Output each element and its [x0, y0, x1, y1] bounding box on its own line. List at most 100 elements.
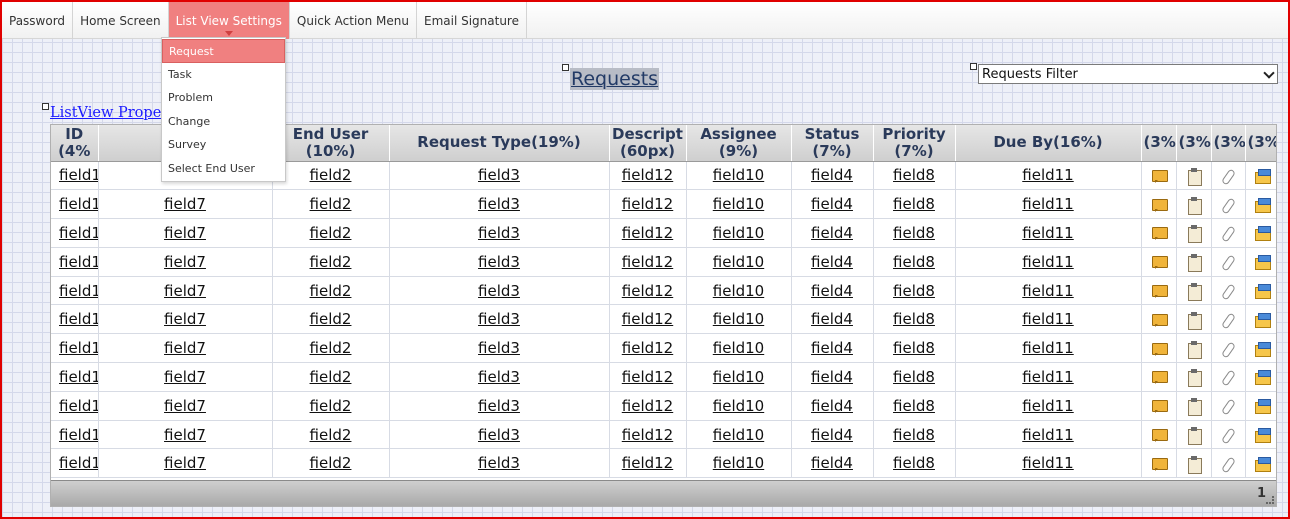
cell-link[interactable]: field7 [164, 454, 206, 472]
cell-link[interactable]: field11 [1022, 426, 1073, 444]
attachment-icon[interactable] [1220, 283, 1236, 299]
table-row[interactable]: field1 field7 field2 field3 field12 field10 fi… [51, 276, 1276, 306]
cell-link[interactable]: field12 [622, 195, 673, 213]
cell-link[interactable]: field8 [893, 454, 935, 472]
cell-link[interactable]: field12 [622, 454, 673, 472]
menu-item-list-view-settings[interactable]: List View Settings [168, 2, 290, 39]
listview-properties-link[interactable]: ListView Propert [50, 105, 174, 121]
comment-icon[interactable] [1151, 398, 1168, 414]
cell-link[interactable]: field3 [478, 397, 520, 415]
clipboard-icon[interactable] [1186, 369, 1202, 388]
cell-link[interactable]: field8 [893, 310, 935, 328]
column-header[interactable]: (3% [1176, 125, 1212, 162]
resize-handle[interactable] [562, 64, 569, 71]
comment-icon[interactable] [1151, 427, 1168, 443]
cell-link[interactable]: field8 [893, 224, 935, 242]
folder-icon[interactable] [1254, 197, 1271, 213]
cell-link[interactable]: field2 [310, 310, 352, 328]
cell-link[interactable]: field3 [478, 166, 520, 184]
folder-icon[interactable] [1254, 254, 1271, 271]
cell-link[interactable]: field2 [310, 368, 352, 386]
cell-link[interactable]: field1 [59, 282, 97, 300]
clipboard-icon[interactable] [1186, 225, 1202, 244]
requests-filter-select[interactable]: Requests Filter [978, 64, 1278, 84]
cell-link[interactable]: field7 [164, 224, 206, 242]
cell-link[interactable]: field8 [893, 426, 935, 444]
folder-icon[interactable] [1254, 427, 1271, 444]
cell-link[interactable]: field12 [622, 426, 673, 444]
comment-icon[interactable] [1151, 456, 1168, 472]
menu-item-password[interactable]: Password [2, 2, 74, 39]
cell-link[interactable]: field12 [622, 224, 673, 242]
dropdown-item-survey[interactable]: Survey [162, 133, 285, 157]
cell-link[interactable]: field4 [811, 310, 853, 328]
cell-link[interactable]: field1 [59, 397, 97, 415]
cell-link[interactable]: field7 [164, 253, 206, 271]
comment-icon[interactable] [1151, 369, 1168, 385]
cell-link[interactable]: field10 [713, 397, 764, 415]
attachment-icon[interactable] [1220, 456, 1236, 472]
cell-link[interactable]: field7 [164, 368, 206, 386]
cell-link[interactable]: field3 [478, 195, 520, 213]
cell-link[interactable]: field12 [622, 339, 673, 357]
cell-link[interactable]: field4 [811, 224, 853, 242]
cell-link[interactable]: field4 [811, 195, 853, 213]
attachment-icon[interactable] [1220, 168, 1236, 184]
cell-link[interactable]: field1 [59, 454, 97, 472]
table-row[interactable]: field1 field7 field2 field3 field12 field10 fi… [51, 218, 1276, 248]
attachment-icon[interactable] [1220, 312, 1236, 328]
cell-link[interactable]: field2 [310, 426, 352, 444]
resize-handle[interactable] [970, 63, 977, 70]
comment-icon[interactable] [1151, 283, 1168, 299]
comment-icon[interactable] [1151, 168, 1168, 184]
cell-link[interactable]: field11 [1022, 195, 1073, 213]
clipboard-icon[interactable] [1186, 340, 1202, 359]
cell-link[interactable]: field7 [164, 282, 206, 300]
cell-link[interactable]: field3 [478, 253, 520, 271]
resize-handle[interactable] [42, 103, 49, 110]
folder-icon[interactable] [1254, 283, 1271, 300]
dropdown-item-task[interactable]: Task [162, 63, 285, 87]
cell-link[interactable]: field7 [164, 339, 206, 357]
cell-link[interactable]: field8 [893, 253, 935, 271]
cell-link[interactable]: field3 [478, 282, 520, 300]
table-row[interactable]: field1 field7 field2 field3 field12 field10 fi… [51, 333, 1276, 364]
cell-link[interactable]: field1 [59, 224, 97, 242]
column-header[interactable]: (3% [1245, 125, 1276, 162]
cell-link[interactable]: field12 [622, 282, 673, 300]
dropdown-item-request[interactable]: Request [162, 39, 285, 63]
cell-link[interactable]: field2 [310, 282, 352, 300]
cell-link[interactable]: field8 [893, 166, 935, 184]
cell-link[interactable]: field1 [59, 426, 97, 444]
cell-link[interactable]: field10 [713, 195, 764, 213]
cell-link[interactable]: field7 [164, 310, 206, 328]
folder-icon[interactable] [1254, 225, 1271, 242]
cell-link[interactable]: field4 [811, 368, 853, 386]
cell-link[interactable]: field11 [1022, 166, 1073, 184]
cell-link[interactable]: field2 [310, 253, 352, 271]
dropdown-item-select-end-user[interactable]: Select End User [162, 157, 285, 181]
folder-icon[interactable] [1254, 312, 1271, 328]
clipboard-icon[interactable] [1186, 283, 1202, 302]
cell-link[interactable]: field10 [713, 339, 764, 357]
cell-link[interactable]: field4 [811, 282, 853, 300]
column-header[interactable]: Priority (7%) [873, 125, 956, 162]
cell-link[interactable]: field3 [478, 426, 520, 444]
menu-item-quick-action-menu[interactable]: Quick Action Menu [290, 2, 417, 39]
cell-link[interactable]: field12 [622, 253, 673, 271]
cell-link[interactable]: field4 [811, 426, 853, 444]
table-row[interactable]: field1 field7 field2 field3 field12 field10 fi… [51, 420, 1276, 450]
comment-icon[interactable] [1151, 197, 1168, 213]
clipboard-icon[interactable] [1186, 167, 1202, 186]
cell-link[interactable]: field4 [811, 397, 853, 415]
dropdown-item-change[interactable]: Change [162, 110, 285, 134]
comment-icon[interactable] [1151, 341, 1168, 357]
cell-link[interactable]: field11 [1022, 224, 1073, 242]
cell-link[interactable]: field1 [59, 339, 97, 357]
folder-icon[interactable] [1254, 456, 1271, 472]
cell-link[interactable]: field1 [59, 310, 97, 328]
folder-icon[interactable] [1254, 341, 1271, 357]
column-header[interactable]: End User (10%) [272, 125, 390, 162]
table-row[interactable]: field1 field7 field2 field3 field12 field10 fi… [51, 362, 1276, 392]
clipboard-icon[interactable] [1186, 196, 1202, 215]
